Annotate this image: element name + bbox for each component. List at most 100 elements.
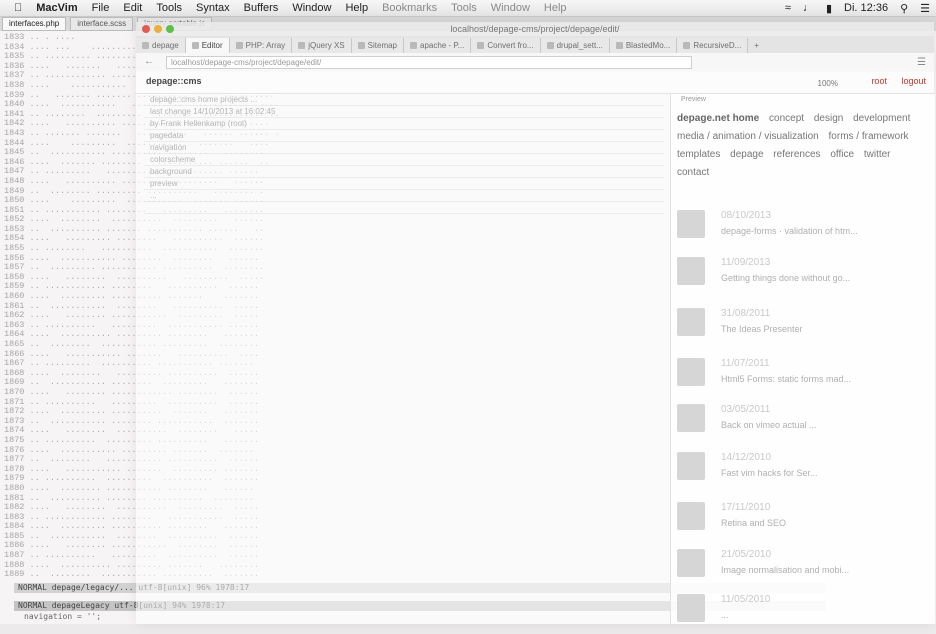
browser-tab[interactable]: RecursiveD... — [677, 38, 749, 53]
browser-tab[interactable]: apache - P... — [404, 38, 472, 53]
menu-tools[interactable]: Tools — [156, 2, 182, 14]
browser-tab[interactable]: Sitemap — [351, 38, 405, 53]
entry-thumbnail — [677, 452, 705, 480]
github-icon — [615, 42, 623, 49]
menu-window[interactable]: Window — [292, 2, 331, 14]
browser-tab-active[interactable]: Editor — [185, 38, 230, 53]
site-nav-item[interactable]: references — [773, 149, 820, 160]
list-item[interactable]: 21/05/2010 Image normalisation and mobi..… — [677, 549, 927, 589]
list-item[interactable]: 31/08/2011 The Ideas Presenter — [677, 308, 927, 348]
admin-logo[interactable]: depage::cms — [146, 76, 202, 86]
zoom-window-icon[interactable] — [166, 25, 174, 33]
browser-tab[interactable]: depage — [136, 38, 186, 53]
table-row: background — [144, 166, 664, 178]
battery-icon[interactable]: ▮ — [826, 2, 832, 15]
entry-date: 03/05/2011 — [721, 404, 771, 415]
list-item[interactable]: 14/12/2010 Fast vim hacks for Ser... — [677, 452, 927, 492]
entry-thumbnail — [677, 210, 705, 238]
site-nav-item[interactable]: templates — [677, 149, 720, 160]
entry-title[interactable]: Getting things done without go... — [721, 273, 850, 283]
favicon-icon — [298, 42, 306, 49]
site-nav-item[interactable]: concept — [769, 113, 804, 124]
ghost-menu-bookmarks: Bookmarks — [373, 2, 437, 14]
site-nav-item[interactable]: contact — [677, 167, 709, 178]
entry-title[interactable]: The Ideas Presenter — [721, 324, 803, 334]
entry-title[interactable]: Html5 Forms: static forms mad... — [721, 374, 851, 384]
zoom-level: 100% — [817, 79, 838, 88]
url-bar[interactable]: localhost/depage-cms/project/depage/edit… — [166, 55, 692, 69]
browser-window[interactable]: localhost/depage-cms/project/depage/edit… — [136, 22, 935, 624]
site-nav-item[interactable]: office — [830, 149, 854, 160]
favicon-icon — [546, 42, 554, 49]
search-icon[interactable]: ⚲ — [900, 2, 908, 15]
browser-tab[interactable]: BlastedMo... — [609, 38, 678, 53]
browser-tab-bar: depage Editor PHP: Array jQuery XS Sitem… — [136, 36, 934, 53]
entry-thumbnail — [677, 308, 705, 336]
site-nav-item[interactable]: development — [853, 113, 910, 124]
browser-tab-label: apache - P... — [420, 41, 465, 50]
browser-tab[interactable]: PHP: Array — [229, 38, 293, 53]
browser-tab[interactable]: drupal_sett... — [540, 38, 610, 53]
entry-title[interactable]: ... — [721, 610, 729, 620]
preview-panel[interactable]: Preview depage.net home concept design d… — [670, 94, 935, 624]
logout-link[interactable]: logout — [901, 76, 926, 86]
ghost-menu-tools: Tools — [442, 2, 477, 14]
menu-edit[interactable]: Edit — [123, 2, 142, 14]
entry-date: 11/05/2010 — [721, 594, 771, 605]
site-nav-item[interactable]: twitter — [864, 149, 891, 160]
browser-tab-label: jQuery XS — [308, 41, 345, 50]
browser-tab-label: RecursiveD... — [693, 41, 742, 50]
entry-date: 17/11/2010 — [721, 502, 771, 513]
list-item[interactable]: 08/10/2013 depage-forms · validation of h… — [677, 210, 927, 250]
menu-syntax[interactable]: Syntax — [196, 2, 230, 14]
list-item[interactable]: 11/07/2011 Html5 Forms: static forms mad.… — [677, 358, 927, 398]
menu-help[interactable]: Help — [345, 2, 368, 14]
site-nav-item[interactable]: media / animation / visualization — [677, 131, 819, 142]
entry-thumbnail — [677, 502, 705, 530]
browser-tab-label: Convert fro... — [487, 41, 534, 50]
list-item[interactable]: 11/09/2013 Getting things done without go… — [677, 257, 927, 297]
entry-title[interactable]: depage-forms · validation of htm... — [721, 226, 858, 236]
list-item[interactable]: 11/05/2010... — [677, 594, 927, 634]
new-tab-button[interactable]: + — [748, 38, 765, 53]
back-arrow-icon[interactable]: ← — [144, 56, 154, 67]
wifi-icon[interactable]: ≈ — [785, 2, 791, 14]
volume-icon[interactable]: ♩ — [803, 2, 814, 14]
site-nav-item[interactable]: forms / framework — [829, 131, 909, 142]
table-row: depage::cms home projects ... — [144, 94, 664, 106]
browser-tab[interactable]: Convert fro... — [471, 38, 541, 53]
menu-buffers[interactable]: Buffers — [244, 2, 279, 14]
list-icon[interactable]: ☰ — [920, 2, 930, 15]
entry-title[interactable]: Back on vimeo actual ... — [721, 420, 817, 430]
close-window-icon[interactable] — [142, 25, 150, 33]
entry-title[interactable]: Fast vim hacks for Ser... — [721, 468, 818, 478]
table-row: pagedata — [144, 130, 664, 142]
vim-command-line[interactable]: navigation = ''; — [24, 612, 101, 621]
favicon-icon — [410, 42, 418, 49]
favicon-icon — [357, 42, 365, 49]
site-nav-item[interactable]: depage — [730, 149, 763, 160]
entry-date: 31/08/2011 — [721, 308, 771, 319]
list-item[interactable]: 03/05/2011 Back on vimeo actual ... — [677, 404, 927, 444]
vim-tab[interactable]: interfaces.php — [2, 17, 67, 31]
favicon-icon — [477, 42, 485, 49]
root-link[interactable]: root — [871, 76, 887, 86]
menubar-clock[interactable]: Di. 12:36 — [844, 2, 888, 14]
apple-menu-icon[interactable]:  — [14, 2, 22, 14]
browser-tab-label: Editor — [201, 41, 223, 50]
menu-icon[interactable]: ☰ — [917, 57, 926, 68]
site-nav-item[interactable]: design — [814, 113, 843, 124]
entry-title[interactable]: Retina and SEO — [721, 518, 786, 528]
menu-app-name[interactable]: MacVim — [36, 2, 77, 14]
entry-date: 21/05/2010 — [721, 549, 772, 560]
preview-site-nav: depage.net home concept design developme… — [677, 110, 927, 182]
entry-thumbnail — [677, 358, 705, 386]
list-item[interactable]: 17/11/2010 Retina and SEO — [677, 502, 927, 542]
minimize-window-icon[interactable] — [154, 25, 162, 33]
site-nav-home[interactable]: depage.net home — [677, 113, 759, 124]
entry-title[interactable]: Image normalisation and mobi... — [721, 565, 849, 575]
menu-file[interactable]: File — [92, 2, 110, 14]
table-row: last change 14/10/2013 at 16:02:45 — [144, 106, 664, 118]
browser-tab[interactable]: jQuery XS — [292, 38, 352, 53]
vim-tab[interactable]: interface.scss — [70, 17, 134, 31]
